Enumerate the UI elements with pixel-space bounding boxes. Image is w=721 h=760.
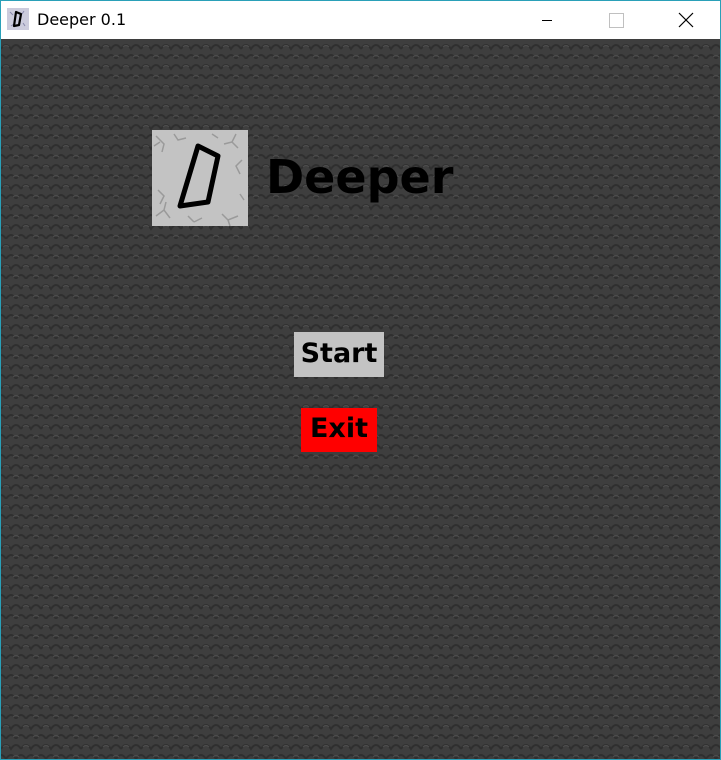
- deeper-logo-icon: [152, 130, 248, 226]
- close-button[interactable]: [662, 1, 708, 39]
- game-canvas[interactable]: Deeper Start Exit: [1, 39, 720, 759]
- exit-button[interactable]: Exit: [301, 408, 377, 452]
- close-icon: [678, 12, 694, 28]
- title-bar[interactable]: Deeper 0.1: [1, 1, 720, 39]
- game-title: Deeper: [266, 150, 454, 204]
- app-icon: [7, 8, 29, 30]
- maximize-icon: [609, 13, 624, 28]
- stone-background: [1, 39, 720, 759]
- game-window: Deeper 0.1 Deeper Start Exit: [0, 0, 721, 760]
- minimize-button[interactable]: [524, 1, 570, 39]
- window-title: Deeper 0.1: [37, 10, 127, 29]
- minimize-icon: [542, 20, 552, 21]
- start-button[interactable]: Start: [294, 332, 384, 377]
- maximize-button[interactable]: [592, 1, 638, 39]
